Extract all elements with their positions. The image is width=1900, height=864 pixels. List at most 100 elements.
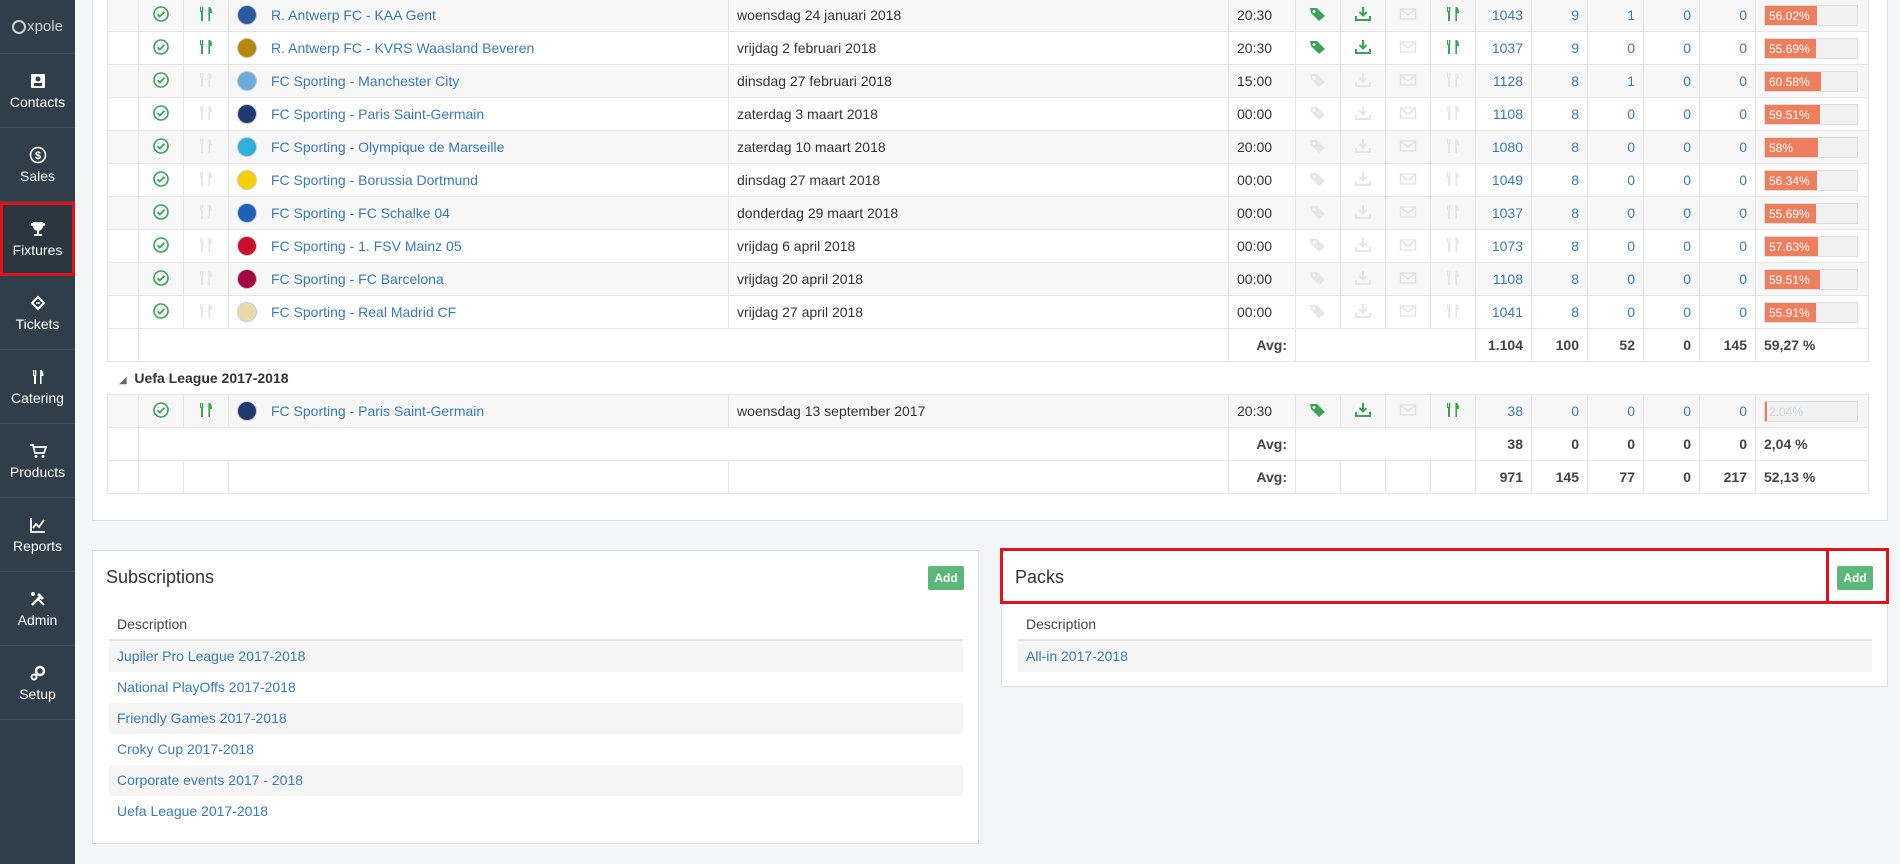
- count-link[interactable]: 1041: [1492, 304, 1523, 320]
- count-link[interactable]: 0: [1739, 172, 1747, 188]
- tag-icon[interactable]: [1309, 105, 1327, 124]
- cutlery-icon[interactable]: [1444, 105, 1462, 124]
- fixture-link[interactable]: R. Antwerp FC - KVRS Waasland Beveren: [271, 40, 534, 56]
- count-link[interactable]: 0: [1683, 73, 1691, 89]
- download-icon[interactable]: [1354, 138, 1372, 157]
- download-icon[interactable]: [1354, 105, 1372, 124]
- count-link[interactable]: 0: [1739, 205, 1747, 221]
- cutlery-icon[interactable]: [1444, 39, 1462, 58]
- sidebar-item-setup[interactable]: Setup: [0, 646, 75, 720]
- mail-icon[interactable]: [1399, 205, 1417, 222]
- count-link[interactable]: 0: [1683, 106, 1691, 122]
- tag-icon[interactable]: [1309, 6, 1327, 25]
- count-link[interactable]: 0: [1627, 172, 1635, 188]
- count-link[interactable]: 0: [1683, 40, 1691, 56]
- count-link[interactable]: 1043: [1492, 7, 1523, 23]
- count-link[interactable]: 1080: [1492, 139, 1523, 155]
- subscription-link[interactable]: Uefa League 2017-2018: [117, 803, 268, 819]
- subscription-link[interactable]: Corporate events 2017 - 2018: [117, 772, 303, 788]
- mail-icon[interactable]: [1399, 172, 1417, 189]
- fixture-row[interactable]: FC Sporting - FC Schalke 04 donderdag 29 …: [107, 196, 1869, 230]
- fixture-row[interactable]: FC Sporting - Paris Saint-Germain zaterda…: [107, 97, 1869, 131]
- cutlery-icon[interactable]: [1444, 138, 1462, 157]
- download-icon[interactable]: [1354, 402, 1372, 421]
- count-link[interactable]: 0: [1739, 304, 1747, 320]
- fixture-link[interactable]: FC Sporting - Manchester City: [271, 73, 459, 89]
- count-link[interactable]: 0: [1683, 7, 1691, 23]
- count-link[interactable]: 0: [1739, 106, 1747, 122]
- count-link[interactable]: 0: [1739, 271, 1747, 287]
- fixture-link[interactable]: FC Sporting - FC Schalke 04: [271, 205, 450, 221]
- count-link[interactable]: 0: [1683, 403, 1691, 419]
- download-icon[interactable]: [1354, 171, 1372, 190]
- count-link[interactable]: 0: [1683, 205, 1691, 221]
- mail-icon[interactable]: [1399, 403, 1417, 420]
- sidebar-item-fixtures[interactable]: Fixtures: [0, 202, 75, 276]
- tag-icon[interactable]: [1309, 237, 1327, 256]
- sidebar-item-catering[interactable]: Catering: [0, 350, 75, 424]
- count-link[interactable]: 0: [1739, 40, 1747, 56]
- cutlery-icon[interactable]: [1444, 72, 1462, 91]
- count-link[interactable]: 0: [1683, 139, 1691, 155]
- count-link[interactable]: 9: [1571, 7, 1579, 23]
- count-link[interactable]: 1108: [1493, 106, 1523, 122]
- count-link[interactable]: 0: [1739, 7, 1747, 23]
- pack-link[interactable]: All-in 2017-2018: [1026, 648, 1128, 664]
- subscription-link[interactable]: Jupiler Pro League 2017-2018: [117, 648, 305, 664]
- count-link[interactable]: 1128: [1493, 73, 1523, 89]
- count-link[interactable]: 0: [1627, 304, 1635, 320]
- download-icon[interactable]: [1354, 39, 1372, 58]
- subscription-link[interactable]: Friendly Games 2017-2018: [117, 710, 287, 726]
- download-icon[interactable]: [1354, 72, 1372, 91]
- fixture-link[interactable]: R. Antwerp FC - KAA Gent: [271, 7, 436, 23]
- tag-icon[interactable]: [1309, 72, 1327, 91]
- count-link[interactable]: 0: [1739, 403, 1747, 419]
- mail-icon[interactable]: [1399, 271, 1417, 288]
- count-link[interactable]: 0: [1627, 271, 1635, 287]
- tag-icon[interactable]: [1309, 171, 1327, 190]
- fixture-link[interactable]: FC Sporting - FC Barcelona: [271, 271, 444, 287]
- count-link[interactable]: 8: [1571, 139, 1579, 155]
- mail-icon[interactable]: [1399, 40, 1417, 57]
- count-link[interactable]: 8: [1571, 172, 1579, 188]
- mail-icon[interactable]: [1399, 139, 1417, 156]
- sidebar-item-reports[interactable]: Reports: [0, 498, 75, 572]
- count-link[interactable]: 0: [1627, 106, 1635, 122]
- app-logo[interactable]: xpole: [0, 0, 75, 54]
- count-link[interactable]: 38: [1507, 403, 1523, 419]
- count-link[interactable]: 8: [1571, 304, 1579, 320]
- count-link[interactable]: 0: [1627, 205, 1635, 221]
- count-link[interactable]: 8: [1571, 73, 1579, 89]
- mail-icon[interactable]: [1399, 7, 1417, 24]
- cutlery-icon[interactable]: [1444, 303, 1462, 322]
- mail-icon[interactable]: [1399, 304, 1417, 321]
- tag-icon[interactable]: [1309, 303, 1327, 322]
- fixture-link[interactable]: FC Sporting - Olympique de Marseille: [271, 139, 504, 155]
- fixture-row[interactable]: FC Sporting - FC Barcelona vrijdag 20 apr…: [107, 262, 1869, 296]
- sidebar-item-tickets[interactable]: Tickets: [0, 276, 75, 350]
- fixture-row[interactable]: FC Sporting - Manchester City dinsdag 27 …: [107, 64, 1869, 98]
- count-link[interactable]: 8: [1571, 205, 1579, 221]
- tag-icon[interactable]: [1309, 270, 1327, 289]
- cutlery-icon[interactable]: [1444, 270, 1462, 289]
- count-link[interactable]: 0: [1571, 403, 1579, 419]
- count-link[interactable]: 0: [1627, 403, 1635, 419]
- count-link[interactable]: 1073: [1492, 238, 1523, 254]
- count-link[interactable]: 0: [1683, 238, 1691, 254]
- mail-icon[interactable]: [1399, 238, 1417, 255]
- cutlery-icon[interactable]: [1444, 6, 1462, 25]
- fixture-row[interactable]: FC Sporting - Paris Saint-Germain woensda…: [107, 394, 1869, 428]
- count-link[interactable]: 0: [1739, 139, 1747, 155]
- count-link[interactable]: 0: [1627, 238, 1635, 254]
- subscription-link[interactable]: National PlayOffs 2017-2018: [117, 679, 296, 695]
- mail-icon[interactable]: [1399, 106, 1417, 123]
- fixture-link[interactable]: FC Sporting - Paris Saint-Germain: [271, 403, 484, 419]
- sidebar-item-products[interactable]: Products: [0, 424, 75, 498]
- collapse-triangle-icon[interactable]: ◢: [120, 375, 127, 385]
- add-pack-button[interactable]: Add: [1837, 566, 1873, 590]
- cutlery-icon[interactable]: [1444, 237, 1462, 256]
- fixture-link[interactable]: FC Sporting - Paris Saint-Germain: [271, 106, 484, 122]
- fixture-link[interactable]: FC Sporting - 1. FSV Mainz 05: [271, 238, 462, 254]
- count-link[interactable]: 0: [1683, 304, 1691, 320]
- sidebar-item-sales[interactable]: $ Sales: [0, 128, 75, 202]
